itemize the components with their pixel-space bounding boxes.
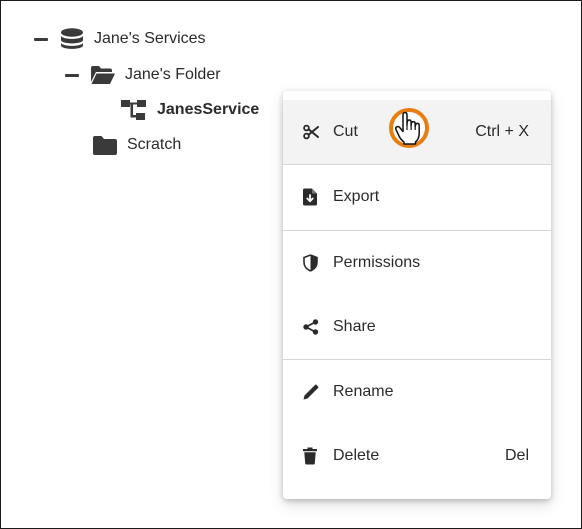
tree-item-label: Jane's Services	[94, 30, 206, 47]
menu-item-share[interactable]: Share	[283, 295, 551, 359]
menu-item-export[interactable]: Export	[283, 165, 551, 229]
tree-item-janes-services[interactable]: Jane's Services	[34, 27, 206, 51]
service-tree-icon	[121, 99, 147, 121]
menu-item-rename[interactable]: Rename	[283, 360, 551, 424]
scissors-icon	[303, 124, 319, 140]
menu-item-shortcut: Ctrl + X	[475, 123, 529, 140]
menu-item-label: Rename	[333, 383, 394, 400]
shield-icon	[303, 254, 318, 272]
tree-item-scratch[interactable]: Scratch	[93, 133, 181, 157]
hand-pointer-icon	[394, 111, 424, 152]
tree-item-label: JanesService	[157, 101, 260, 118]
menu-item-label: Cut	[333, 123, 358, 140]
menu-item-delete[interactable]: Delete Del	[283, 424, 551, 488]
context-menu: Cut Ctrl + X Export Permissions Share Re…	[283, 91, 551, 499]
pencil-icon	[303, 384, 319, 400]
folder-open-icon	[91, 66, 115, 84]
folder-icon	[93, 135, 117, 155]
trash-icon	[303, 447, 317, 465]
menu-item-shortcut: Del	[504, 447, 529, 464]
tree-item-janesservice[interactable]: JanesService	[121, 98, 259, 122]
tree-item-label: Scratch	[127, 136, 182, 153]
collapse-icon[interactable]	[65, 73, 79, 77]
collapse-icon[interactable]	[34, 37, 48, 41]
share-icon	[303, 319, 319, 335]
menu-item-label: Delete	[333, 447, 380, 464]
tree-item-label: Jane's Folder	[125, 66, 221, 83]
menu-item-label: Share	[333, 318, 376, 335]
menu-item-label: Permissions	[333, 254, 421, 271]
file-export-icon	[303, 188, 317, 206]
database-icon	[60, 28, 84, 50]
menu-item-permissions[interactable]: Permissions	[283, 231, 551, 295]
tree-item-janes-folder[interactable]: Jane's Folder	[65, 63, 221, 87]
menu-item-label: Export	[333, 188, 380, 205]
